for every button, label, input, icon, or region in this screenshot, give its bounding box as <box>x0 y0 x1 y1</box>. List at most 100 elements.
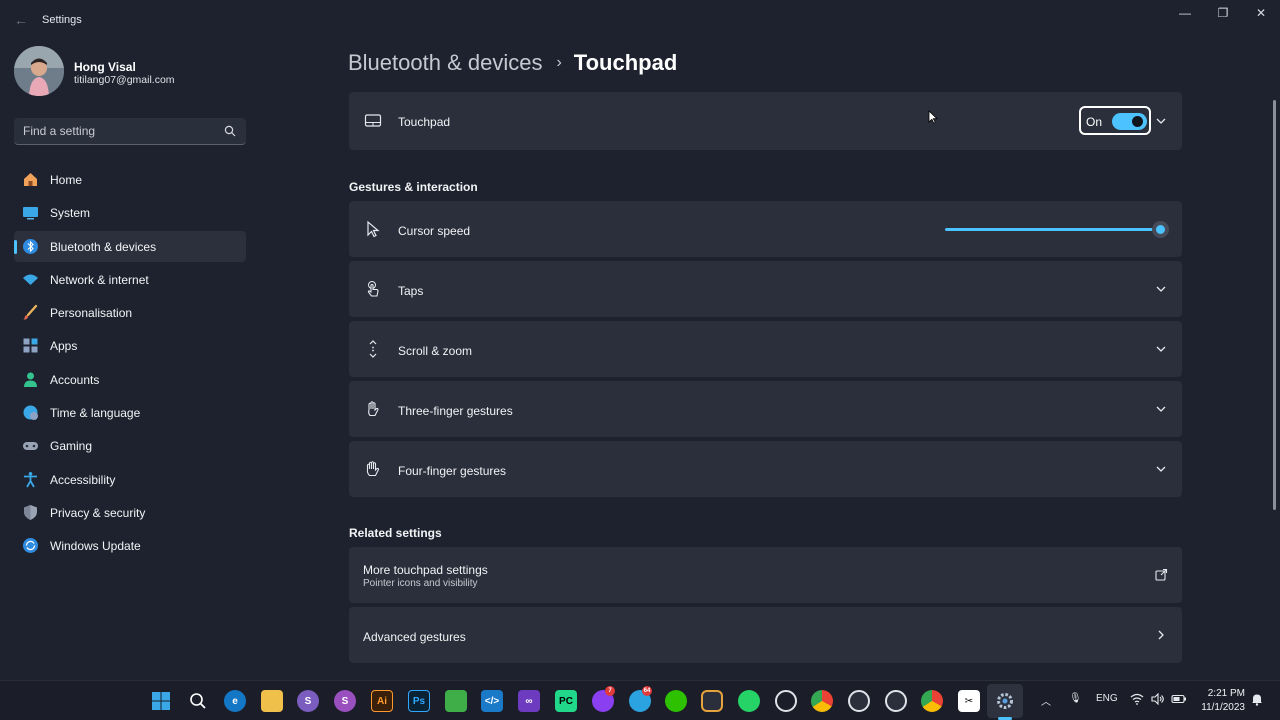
scroll-icon <box>369 340 377 358</box>
obs-icon[interactable] <box>848 690 870 712</box>
search-box[interactable] <box>14 118 246 145</box>
notification-bell-icon[interactable] <box>1251 693 1263 709</box>
user-name: Hong Visal <box>74 60 136 74</box>
sidebar-item-accounts[interactable]: Accounts <box>14 364 246 395</box>
scroll-zoom-card[interactable]: Scroll & zoom <box>349 321 1182 377</box>
cursor-speed-slider-thumb[interactable] <box>1152 221 1169 238</box>
toggle-state-label: On <box>1086 115 1103 129</box>
user-email: titilang07@gmail.com <box>74 74 175 86</box>
chevron-down-icon[interactable] <box>1154 282 1168 296</box>
system-icon <box>23 207 38 220</box>
external-link-icon[interactable] <box>1154 568 1168 582</box>
taskbar: e S S Ai Ps </> ∞ PC 7 64 ✂ ︿ 🎙︎ ENG 2:2… <box>0 680 1280 720</box>
wechat-icon[interactable] <box>665 690 687 712</box>
app-circle-icon[interactable] <box>701 690 723 712</box>
section-title-gestures: Gestures & interaction <box>349 180 478 194</box>
sidebar-item-label: Personalisation <box>50 306 133 321</box>
sidebar-item-gaming[interactable]: Gaming <box>14 430 246 461</box>
illustrator-icon[interactable]: Ai <box>371 690 393 712</box>
sidebar-item-label: Time & language <box>50 406 141 421</box>
obs2-icon[interactable] <box>885 690 907 712</box>
messenger-badge: 7 <box>605 686 615 696</box>
toggle-knob <box>1132 116 1143 127</box>
sidebar-item-system[interactable]: System <box>14 197 246 228</box>
three-finger-gestures-card[interactable]: Three-finger gestures <box>349 381 1182 437</box>
sidebar-item-apps[interactable]: Apps <box>14 330 246 361</box>
taps-label: Taps <box>398 284 424 298</box>
messenger-icon[interactable]: 7 <box>592 686 615 712</box>
chevron-down-icon[interactable] <box>1154 462 1168 476</box>
language-indicator[interactable]: ENG <box>1096 693 1118 704</box>
settings-gear-icon[interactable] <box>994 690 1016 712</box>
sidebar-item-label: Network & internet <box>50 272 149 287</box>
gamepad-icon <box>23 442 38 451</box>
microphone-icon[interactable]: 🎙︎ <box>1069 693 1082 704</box>
vscode-icon[interactable]: </> <box>481 690 503 712</box>
app-record-icon[interactable] <box>775 690 797 712</box>
sidebar-item-label: Home <box>50 173 83 187</box>
clock-time[interactable]: 2:21 PM <box>1207 688 1245 699</box>
chevron-down-icon[interactable] <box>1154 342 1168 356</box>
cursor-speed-label: Cursor speed <box>398 224 471 238</box>
search-icon[interactable] <box>224 125 236 137</box>
pycharm-icon[interactable]: PC <box>555 690 577 712</box>
advanced-gestures-card[interactable]: Advanced gestures <box>349 607 1182 663</box>
capcut-icon[interactable]: ✂ <box>958 690 980 712</box>
four-finger-gestures-card[interactable]: Four-finger gestures <box>349 441 1182 497</box>
page-title: Touchpad <box>573 50 678 75</box>
three-finger-label: Three-finger gestures <box>398 404 513 418</box>
chevron-right-icon[interactable] <box>1154 628 1168 642</box>
search-taskbar-icon[interactable] <box>187 690 209 712</box>
sidebar-item-bluetooth[interactable]: Bluetooth & devices <box>14 230 246 262</box>
close-button[interactable]: ✕ <box>1242 4 1280 24</box>
chrome-profile-icon[interactable] <box>921 690 943 712</box>
more-touchpad-settings-label: More touchpad settings <box>363 563 488 577</box>
sidebar-item-label: Bluetooth & devices <box>50 239 157 254</box>
sidebar-item-time-language[interactable]: Time & language <box>14 397 246 428</box>
four-finger-icon <box>366 461 380 477</box>
sidebar-item-windows-update[interactable]: Windows Update <box>14 530 246 561</box>
apps-icon <box>23 338 38 353</box>
sidebar-item-privacy[interactable]: Privacy & security <box>14 497 246 528</box>
maximize-button[interactable]: ❐ <box>1204 4 1242 24</box>
cursor-speed-slider-track[interactable] <box>945 228 1161 231</box>
sheets-icon[interactable] <box>445 690 467 712</box>
search-input[interactable] <box>14 118 214 144</box>
scrollbar[interactable] <box>1273 100 1276 510</box>
start-icon[interactable] <box>150 690 172 712</box>
touchpad-label: Touchpad <box>398 115 451 129</box>
user-profile[interactable]: Hong Visal titilang07@gmail.com <box>14 46 254 98</box>
volume-icon[interactable] <box>1151 692 1165 708</box>
globe-icon <box>23 405 38 421</box>
taps-card[interactable]: Taps <box>349 261 1182 317</box>
battery-icon[interactable] <box>1171 693 1187 708</box>
visual-studio-icon[interactable]: ∞ <box>518 690 540 712</box>
back-arrow-icon[interactable]: ← <box>12 10 30 30</box>
touchpad-toggle-focus[interactable]: On <box>1079 106 1151 135</box>
chevron-down-icon[interactable] <box>1154 114 1168 128</box>
more-touchpad-settings-card[interactable]: More touchpad settings Pointer icons and… <box>349 547 1182 603</box>
touchpad-card[interactable]: Touchpad On <box>349 92 1182 150</box>
whatsapp-icon[interactable] <box>738 690 760 712</box>
sidebar-item-personalisation[interactable]: Personalisation <box>14 297 246 328</box>
app-s2-icon[interactable]: S <box>334 690 356 712</box>
sidebar-item-network[interactable]: Network & internet <box>14 264 246 295</box>
edge-icon[interactable]: e <box>224 690 246 712</box>
advanced-gestures-label: Advanced gestures <box>363 630 466 644</box>
wifi-tray-icon[interactable] <box>1130 693 1144 708</box>
sidebar-item-label: Windows Update <box>50 539 141 554</box>
section-title-related: Related settings <box>349 526 442 540</box>
touchpad-toggle[interactable] <box>1112 113 1147 130</box>
chevron-down-icon[interactable] <box>1154 402 1168 416</box>
breadcrumb-parent-link[interactable]: Bluetooth & devices <box>348 50 542 76</box>
show-hidden-icons-chevron-icon[interactable]: ︿ <box>1041 693 1051 708</box>
sidebar-item-accessibility[interactable]: Accessibility <box>14 464 246 495</box>
app-s-icon[interactable]: S <box>297 690 319 712</box>
clock-date[interactable]: 11/1/2023 <box>1197 702 1245 713</box>
minimize-button[interactable]: — <box>1166 4 1204 24</box>
chrome-icon[interactable] <box>811 690 833 712</box>
sidebar-item-home[interactable]: Home <box>14 164 246 195</box>
telegram-icon[interactable]: 64 <box>629 686 652 712</box>
file-explorer-icon[interactable] <box>261 690 283 712</box>
photoshop-icon[interactable]: Ps <box>408 690 430 712</box>
